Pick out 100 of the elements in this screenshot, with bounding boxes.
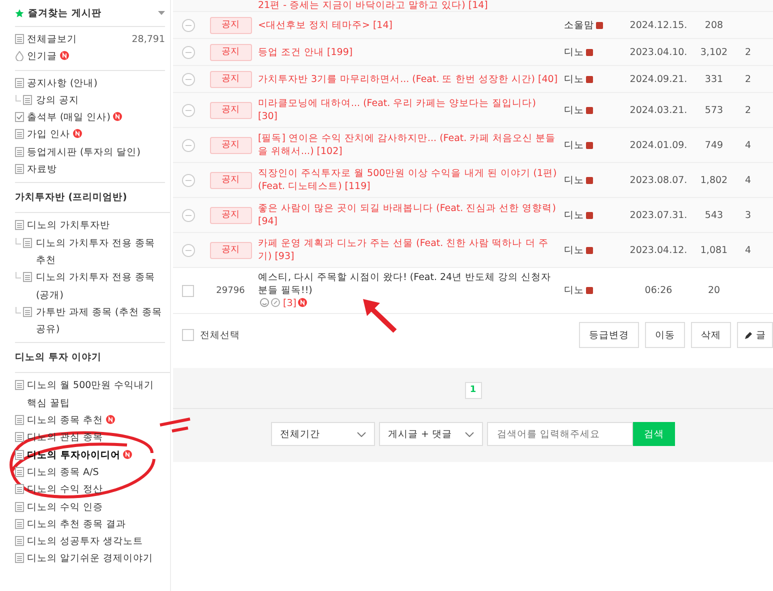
board-icon [15,466,24,477]
post-count: 28,791 [132,33,165,47]
notice-badge: 공지 [210,70,252,88]
notice-title-link[interactable]: [필독] 연이은 수익 잔치에 감사하지만... (Feat. 카페 처음오신 분들을 위해서...) [102] [258,132,564,158]
notice-circle-icon [182,46,194,58]
notice-title-link[interactable]: 가치투자반 3기를 마무리하면서... (Feat. 또 한번 성장한 시간) [40] [258,72,564,86]
notice-title-link[interactable]: 등업 조건 안내 [199] [258,46,564,58]
member-level-icon [586,142,593,148]
board-link[interactable]: 디노의 가치투자 전용 종목 (공개) [36,269,165,304]
new-badge-icon [73,129,82,138]
board-link[interactable]: 가투반 과제 종목 (추천 종목 공유) [36,304,165,338]
member-level-icon [586,48,593,56]
board-link[interactable]: 디노의 알기쉬운 경제이야기 [27,550,165,568]
caret-icon [357,432,366,436]
notice-circle-icon [182,72,194,86]
tree-board-icon [15,272,33,282]
table-cell: 4 [745,140,752,150]
notice-badge: 공지 [210,102,252,118]
select-all-checkbox[interactable] [182,329,194,341]
board-icon [15,220,24,230]
author-name[interactable]: 디노 [564,284,584,297]
author-name[interactable]: 디노 [564,208,584,222]
board-link[interactable]: 강의 공지 [36,92,165,110]
action-button[interactable]: 등급변경 [579,322,639,348]
board-link[interactable]: 디노의 가치투자반 [27,217,165,235]
table-cell: 4 [745,174,752,186]
tree-board-icon [15,94,33,105]
favorites-title: 즐겨찾는 게시판 [28,6,102,20]
notice-circle-icon [182,244,194,256]
comment-count[interactable]: [3] [283,298,296,309]
scope-dropdown[interactable]: 게시글 + 댓글 [379,422,483,446]
board-link[interactable]: 자료방 [27,161,165,178]
author-name[interactable]: 디노 [564,46,584,58]
search-field[interactable]: 검색어를 입력해주세요 [487,422,633,446]
table-cell: 2 [745,74,752,84]
notice-title-link[interactable]: <대선후보 정치 테마주> [14] [258,18,564,32]
notice-circle-icon [182,138,194,152]
post-date: 2023.04.12. [628,244,688,256]
section-title: 디노의 투자 이야기 [15,347,170,374]
board-link[interactable]: 출석부 (매일 인사) [27,109,165,126]
notice-badge: 공지 [210,206,252,224]
notice-title-link[interactable]: 직장인이 주식투자로 월 500만원 이상 수익을 내게 된 이야기 (1편) (Feat. 디노테스트) [119] [258,167,564,193]
view-count: 331 [704,74,724,84]
write-button[interactable]: 글 [737,322,773,348]
board-link[interactable]: 등업게시판 (투자의 달인) [27,144,165,162]
notice-badge: 공지 [210,44,252,60]
notice-circle-icon [182,18,194,32]
board-link[interactable]: 디노의 성공투자 생각노트 [27,533,165,550]
author-name[interactable]: 디노 [564,174,584,186]
post-date: 06:26 [644,285,674,296]
board-link[interactable]: 가입 인사 [27,126,165,144]
post-title-link[interactable]: 예스티, 다시 주목할 시점이 왔다! (Feat. 24년 반도체 강의 신청자분들 필독!!) [258,271,558,297]
member-level-icon [586,212,593,218]
board-icon [15,484,24,494]
author-name[interactable]: 디노 [564,104,584,116]
board-link[interactable]: 공지사항 (안내) [27,74,165,92]
board-link[interactable]: 디노의 종목 A/S [27,464,165,482]
author-name[interactable]: 소울맘 [564,18,594,32]
tree-board-icon [15,238,33,248]
board-icon [15,146,24,157]
view-count: 1,802 [699,174,729,186]
author-name[interactable]: 디노 [564,244,584,256]
drop-icon [15,51,24,62]
author-name[interactable]: 디노 [564,72,584,86]
action-button[interactable]: 삭제 [691,322,731,348]
row-checkbox[interactable] [182,284,194,296]
select-all-label[interactable]: 전체선택 [200,328,240,342]
period-dropdown[interactable]: 전체기간 [271,422,375,446]
notice-title-link[interactable]: 카페 운영 계획과 디노가 주는 선물 (Feat. 친한 사람 떡하나 더 주기) [93] [258,237,564,263]
board-link[interactable]: 디노의 종목 추천 [27,412,165,430]
board-link[interactable]: 디노의 추천 종목 결과 [27,516,165,534]
notice-badge: 공지 [210,16,252,34]
view-count: 208 [704,20,724,30]
notice-badge: 공지 [210,242,252,258]
board-link[interactable]: 인기글 [27,48,165,66]
board-link[interactable]: 디노의 수익 인증 [27,498,165,516]
post-date: 2023.07.31. [628,210,688,220]
notice-title-link[interactable]: 미라클모닝에 대하여... (Feat. 우리 카페는 양보다는 질입니다) [30] [258,97,564,123]
checked-note-icon [15,112,24,122]
view-count: 1,081 [699,244,729,256]
member-level-icon [586,246,593,254]
board-link[interactable]: 디노의 수익 정산 [27,481,165,499]
caret-icon[interactable] [158,11,165,15]
post-date: 2024.01.09. [628,140,688,150]
board-icon [15,380,24,390]
member-level-icon [586,106,593,114]
board-icon [15,553,24,564]
dash-mark-drawing [158,417,192,433]
new-badge-icon [113,112,122,122]
board-link[interactable]: 디노의 가치투자 전용 종목추천 [36,234,165,270]
pencil-icon [744,330,753,340]
board-link[interactable]: 전체글보기 [27,31,132,48]
post-date: 2024.09.21. [628,74,688,84]
notice-title-link[interactable]: 좋은 사람이 많은 곳이 되길 바래봅니다 (Feat. 진심과 선한 영향력) [94] [258,202,564,228]
board-link[interactable]: 디노의 월 500만원 수익내기 핵심 꿀팁 [27,377,165,412]
author-name[interactable]: 디노 [564,138,584,152]
member-level-icon [586,287,593,294]
action-button[interactable]: 이동 [645,322,685,348]
star-icon [15,8,24,18]
board-icon [15,518,24,529]
